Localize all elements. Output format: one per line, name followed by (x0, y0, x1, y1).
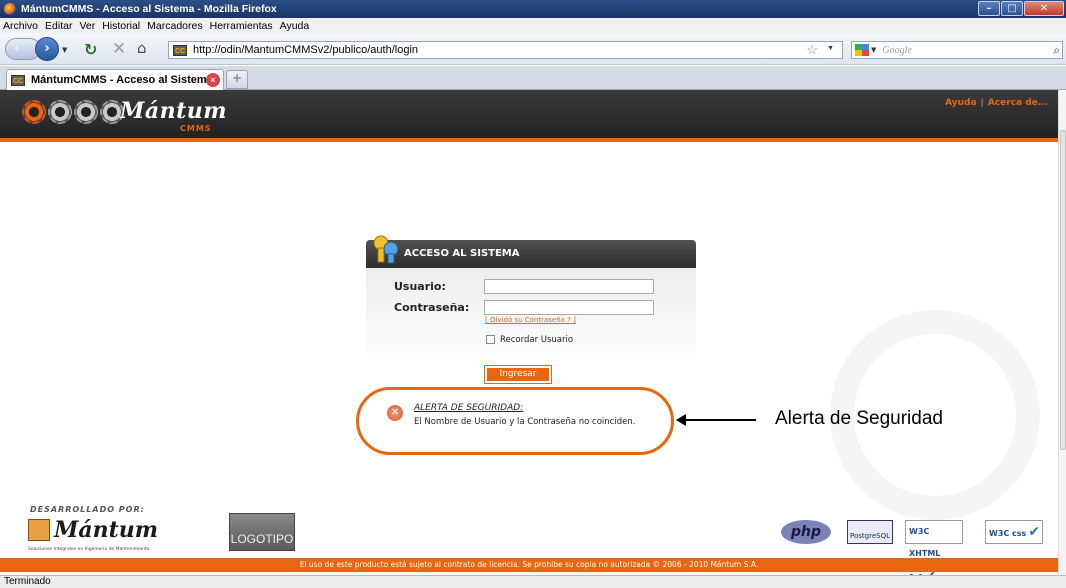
remember-label: Recordar Usuario (500, 335, 574, 345)
stop-icon[interactable]: ✕ (112, 39, 126, 59)
developed-by-label: DESARROLLADO POR: (30, 505, 145, 514)
site-brand-sub: CMMS (180, 124, 212, 133)
menu-herramientas[interactable]: Herramientas (210, 20, 273, 32)
status-bar: Terminado (0, 575, 1066, 588)
developer-tagline: Soluciones Integrales en Ingeniería de M… (28, 547, 150, 552)
tab-strip: CC MántumCMMS - Acceso al Sistema × + (0, 66, 1066, 90)
username-input[interactable] (484, 279, 654, 294)
php-badge[interactable]: php (781, 520, 831, 544)
w3c-xhtml-badge[interactable]: W3C XHTML 1.0✔ (905, 520, 963, 575)
home-icon[interactable]: ⌂ (137, 39, 147, 57)
login-title: ACCESO AL SISTEMA (404, 248, 520, 259)
developer-logo[interactable]: Mántum Soluciones Integrales en Ingenier… (28, 517, 178, 557)
address-bar[interactable]: CC http://odin/MantumCMMSv2/publico/auth… (168, 41, 843, 59)
alert-title: ALERTA DE SEGURIDAD: (414, 403, 524, 413)
close-window-button[interactable]: ✕ (1024, 1, 1064, 16)
postgresql-badge[interactable]: PostgreSQL (847, 520, 893, 544)
url-dropdown-icon[interactable]: ▼ (827, 45, 834, 52)
site-header: Mántum CMMS Ayuda | Acerca de... (0, 90, 1058, 142)
site-brand: Mántum (120, 98, 228, 124)
link-acerca[interactable]: Acerca de... (988, 98, 1048, 108)
maximize-button[interactable]: □ (1001, 1, 1023, 16)
mantum-mark-icon (28, 519, 50, 541)
reload-icon[interactable]: ↻ (84, 40, 97, 59)
alert-message: El Nombre de Usuario y la Contraseña no … (414, 417, 636, 427)
site-favicon-icon: CC (173, 44, 187, 56)
error-icon: ✕ (387, 405, 403, 421)
page-content: Mántum CMMS Ayuda | Acerca de... ACCESO AL… (0, 90, 1058, 575)
client-logo: LOGOTIPO (229, 513, 295, 551)
link-ayuda[interactable]: Ayuda (945, 98, 976, 108)
header-links: Ayuda | Acerca de... (945, 98, 1048, 108)
google-engine-icon[interactable] (855, 44, 869, 56)
page-scrollbar[interactable] (1058, 90, 1066, 575)
bookmark-star-icon[interactable]: ☆ (806, 42, 818, 58)
menu-historial[interactable]: Historial (102, 20, 140, 32)
tab-favicon-icon: CC (11, 74, 25, 86)
developer-name: Mántum (54, 517, 159, 543)
close-tab-icon[interactable]: × (206, 73, 220, 87)
annotation-label: Alerta de Seguridad (775, 408, 943, 429)
minimize-button[interactable]: – (978, 1, 1000, 16)
navigation-toolbar: ‹ › ▼ ↻ ✕ ⌂ CC http://odin/MantumCMMSv2/… (0, 33, 1066, 65)
login-header: ACCESO AL SISTEMA (366, 235, 696, 268)
menu-bar: Archivo Editar Ver Historial Marcadores … (0, 18, 1066, 33)
menu-archivo[interactable]: Archivo (3, 20, 38, 32)
window-title: MántumCMMS - Acceso al Sistema - Mozilla… (21, 3, 277, 15)
remember-checkbox[interactable] (486, 335, 495, 344)
footer-license: El uso de este producto está sujeto al c… (0, 558, 1058, 572)
engine-dropdown-icon[interactable]: ▼ (871, 46, 876, 54)
login-panel: ACCESO AL SISTEMA Usuario: Contraseña: [… (366, 235, 696, 390)
search-placeholder: Google (882, 44, 912, 56)
arrow-line (684, 419, 756, 421)
keys-icon (373, 235, 399, 264)
search-icon[interactable]: ⌕ (1053, 43, 1060, 58)
url-text[interactable]: http://odin/MantumCMMSv2/publico/auth/lo… (193, 44, 418, 56)
user-label: Usuario: (394, 280, 446, 293)
new-tab-button[interactable]: + (226, 70, 248, 89)
gears-logo-icon (22, 100, 126, 124)
menu-marcadores[interactable]: Marcadores (147, 20, 202, 32)
window-controls: – □ ✕ (978, 1, 1064, 16)
window-titlebar: MántumCMMS - Acceso al Sistema - Mozilla… (0, 0, 1066, 18)
password-input[interactable] (484, 300, 654, 315)
history-dropdown-icon[interactable]: ▼ (62, 46, 67, 54)
menu-ayuda[interactable]: Ayuda (280, 20, 310, 32)
search-bar[interactable]: ▼ Google ⌕ (851, 41, 1063, 59)
forgot-password-link[interactable]: [ Olvidó su Contraseña ? ] (485, 316, 576, 324)
ingresar-button[interactable]: Ingresar (484, 365, 552, 384)
tab-label: MántumCMMS - Acceso al Sistema (31, 74, 213, 86)
w3c-css-badge[interactable]: W3C css ✔ (985, 520, 1043, 544)
tab-active[interactable]: CC MántumCMMS - Acceso al Sistema × (6, 69, 224, 90)
forward-button[interactable]: › (35, 37, 59, 61)
menu-editar[interactable]: Editar (45, 20, 72, 32)
password-label: Contraseña: (394, 301, 470, 314)
menu-ver[interactable]: Ver (79, 20, 95, 32)
firefox-icon (4, 3, 16, 15)
